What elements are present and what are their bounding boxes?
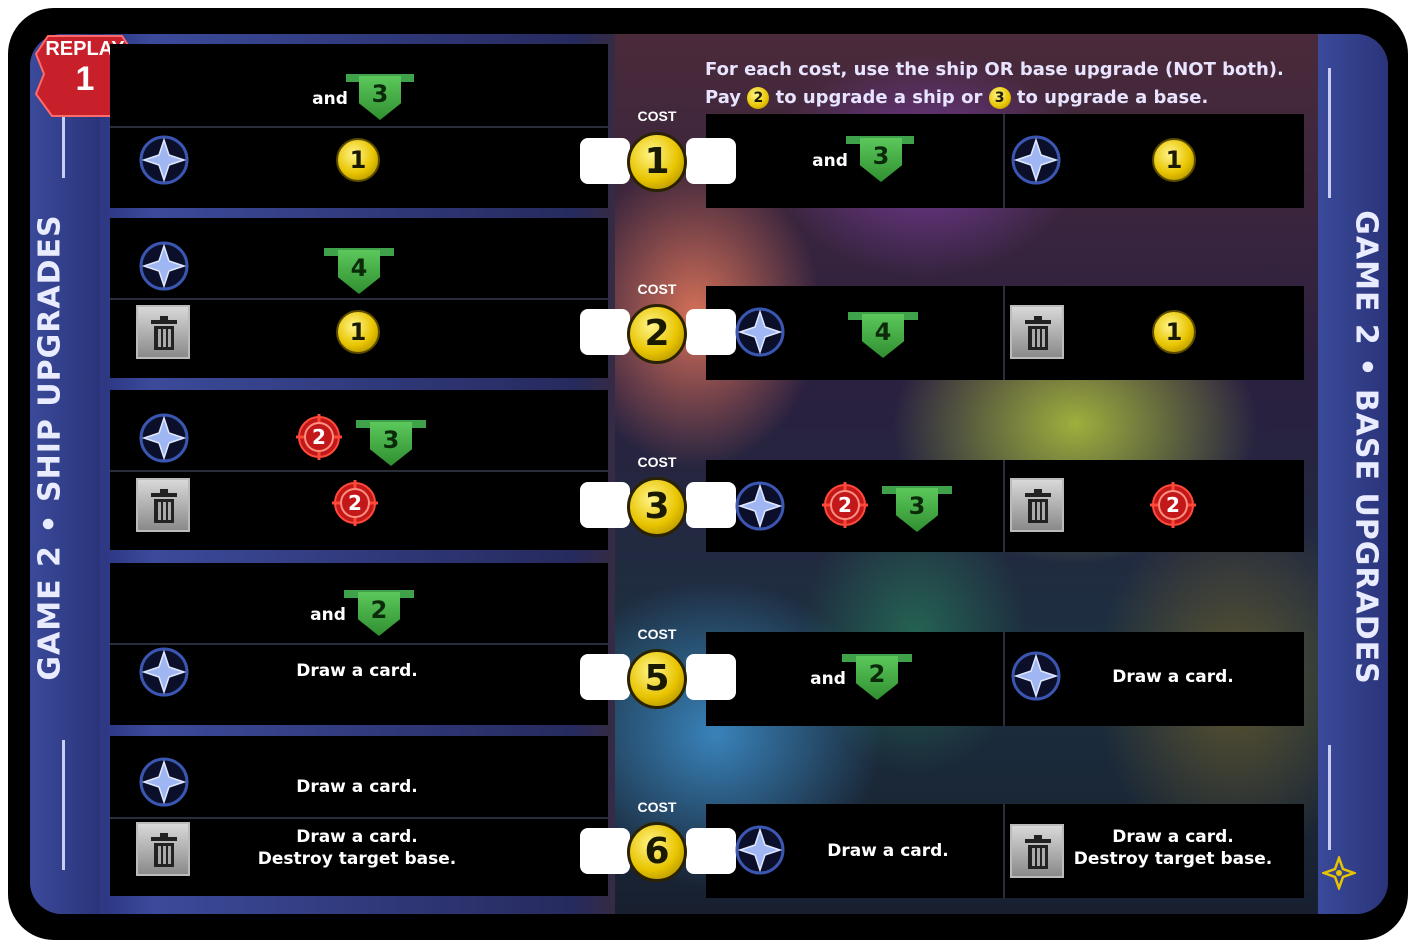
ship-divider-6 [110,817,608,819]
cost-coin-5: 5 [627,649,687,709]
faction-star-icon [139,413,189,463]
faction-star-icon [139,241,189,291]
base-upgrade-box-2 [706,286,1304,380]
base-divider-3 [1003,460,1005,552]
base-divider-1 [1003,114,1005,208]
checkbox-right-3[interactable] [686,482,736,528]
base-divider-6 [1003,804,1005,898]
combat-target-icon: 2 [822,482,868,528]
trade-coin-icon: 1 [336,138,380,182]
ship-divider-3 [110,470,608,472]
cost-label-2: COST [637,281,677,297]
cost-label-6: COST [637,799,677,815]
combat-target-icon: 2 [1150,482,1196,528]
cost-coin-3: 3 [627,477,687,537]
combat-target-icon: 2 [296,414,342,460]
instruction-line-2: Pay 2 to upgrade a ship or 3 to upgrade … [705,84,1345,112]
left-side-title: GAME 2 • SHIP UPGRADES [32,214,68,681]
base5-and-text: and [810,669,846,689]
faction-star-icon [735,481,785,531]
checkbox-left-1[interactable] [580,138,630,184]
ship6-scrap-line-2: Destroy target base. [257,849,457,869]
scrap-icon [1010,478,1064,532]
ship-divider-5 [110,643,608,645]
combat-value: 2 [838,493,852,517]
cost-coin-2: 2 [627,304,687,364]
checkbox-right-6[interactable] [686,828,736,874]
set-symbol-icon [1322,856,1356,890]
combat-value: 2 [1166,493,1180,517]
checkbox-left-2[interactable] [580,309,630,355]
trade-coin-icon: 3 [988,87,1011,109]
instruction-pay: Pay [705,87,742,108]
checkbox-right-5[interactable] [686,654,736,700]
faction-star-icon [139,647,189,697]
faction-star-icon [139,757,189,807]
cost-coin-6: 6 [627,822,687,882]
cost-label-3: COST [637,454,677,470]
base5-draw-text: Draw a card. [1112,667,1234,687]
faction-star-icon [1011,135,1061,185]
base6-scrap-line-1: Draw a card. [1112,827,1234,847]
right-rule-bottom [1328,745,1331,850]
trade-coin-icon: 1 [1152,138,1196,182]
checkbox-left-5[interactable] [580,654,630,700]
combat-value: 2 [348,491,362,515]
checkbox-right-2[interactable] [686,309,736,355]
ship6-draw-text: Draw a card. [296,777,418,797]
trade-coin-icon: 1 [336,310,380,354]
trade-coin-icon: 2 [747,87,770,109]
checkbox-left-6[interactable] [580,828,630,874]
base-divider-5 [1003,632,1005,726]
cost-coin-1: 1 [627,132,687,192]
base1-and-text: and [812,151,848,171]
faction-star-icon [735,825,785,875]
cost-label-1: COST [637,108,677,124]
scrap-icon [1010,824,1064,878]
ship6-scrap-line-1: Draw a card. [296,827,418,847]
faction-star-icon [1011,651,1061,701]
combat-target-icon: 2 [332,480,378,526]
faction-star-icon [139,135,189,185]
instruction-base: to upgrade a base. [1016,87,1209,108]
scrap-icon [136,305,190,359]
faction-star-icon [735,307,785,357]
checkbox-right-1[interactable] [686,138,736,184]
cost-label-5: COST [637,626,677,642]
scrap-icon [136,478,190,532]
instruction-ship: to upgrade a ship or [775,87,983,108]
base-upgrade-box-3 [706,460,1304,552]
scrap-icon [1010,305,1064,359]
base6-draw-text: Draw a card. [827,841,949,861]
scrap-icon [136,822,190,876]
ship5-draw-text: Draw a card. [296,661,418,681]
checkbox-left-3[interactable] [580,482,630,528]
instructions: For each cost, use the ship OR base upgr… [705,56,1345,112]
base-divider-2 [1003,286,1005,380]
base-upgrade-box-1 [706,114,1304,208]
combat-value: 2 [312,425,326,449]
base6-scrap-line-2: Destroy target base. [1073,849,1273,869]
right-side-title: GAME 2 • BASE UPGRADES [1348,210,1384,685]
trade-coin-icon: 1 [1152,310,1196,354]
ship-divider-2 [110,298,608,300]
ship5-and-text: and [310,605,346,625]
ship-divider-1 [110,126,608,128]
instruction-line-1: For each cost, use the ship OR base upgr… [705,59,1284,80]
ship1-and-text: and [312,89,348,109]
